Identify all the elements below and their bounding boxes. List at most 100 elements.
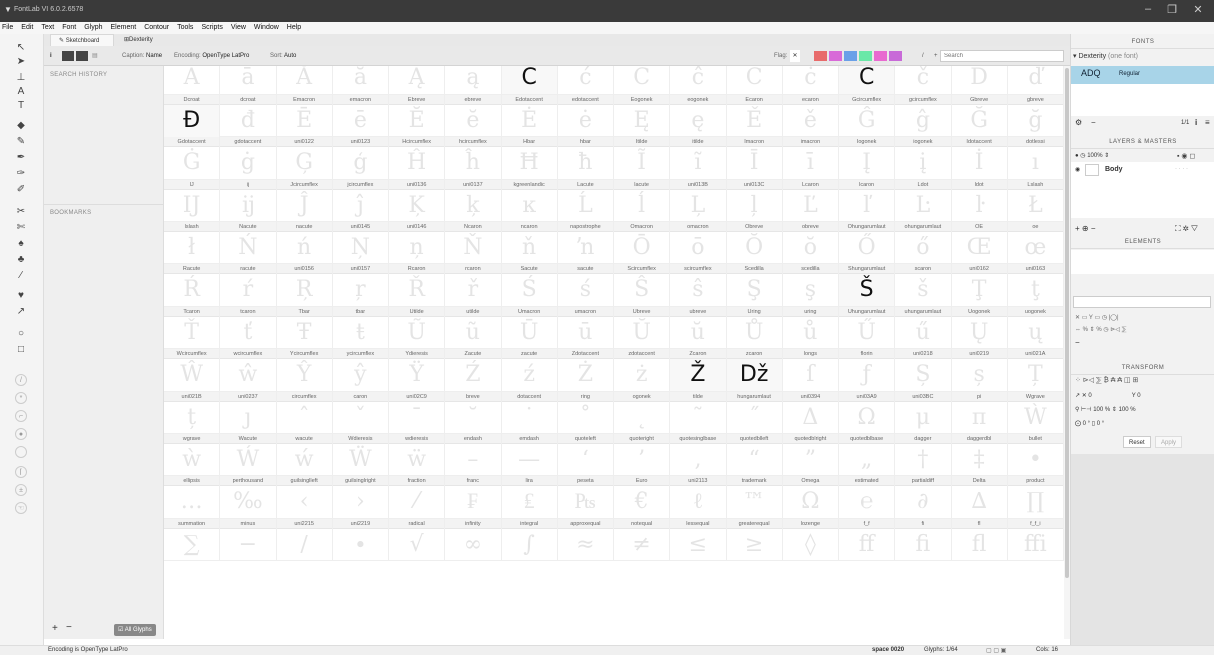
glyph-cell[interactable]: Shungarumlaut Š: [839, 264, 896, 307]
apply-button[interactable]: Apply: [1155, 436, 1183, 448]
glyph-cell[interactable]: infinity ∞: [445, 518, 502, 562]
glyph-cell[interactable]: jcircumflex ĵ: [332, 179, 389, 222]
panel-menu-icon[interactable]: ≡: [1205, 118, 1210, 127]
element-position-fields[interactable]: ✕ ▭ Y ▭ ◷ |◯|: [1075, 314, 1119, 321]
glyph-cell[interactable]: umacron ū: [557, 306, 614, 350]
layer-visible-icon[interactable]: ◉: [1075, 166, 1080, 173]
glyph-cell[interactable]: quotedblleft “: [726, 433, 783, 477]
glyph-cell[interactable]: dotlessi ı: [1007, 137, 1064, 180]
glyph-cell[interactable]: hcircumflex ĥ: [445, 137, 502, 180]
glyph-cell[interactable]: oe œ: [1007, 221, 1064, 265]
glyph-cell[interactable]: Tbar Ŧ: [276, 306, 333, 350]
pencil-icon[interactable]: ✎: [12, 136, 30, 150]
menu-contour[interactable]: Contour: [144, 22, 169, 34]
glyph-cell[interactable]: OE Œ: [951, 221, 1008, 265]
glyph-cell[interactable]: approxequal ≈: [557, 518, 614, 562]
transform-scale-row[interactable]: ⚲ ⊢⊣ 100 % ⇕ 100 %: [1075, 406, 1136, 413]
glyph-cell[interactable]: Hbar Ħ: [501, 137, 558, 180]
menu-font[interactable]: Font: [62, 22, 76, 34]
glyph-cell[interactable]: uni0218 Ș: [895, 349, 952, 392]
glyph-cell[interactable]: uni013B Ļ: [670, 179, 727, 222]
glyph-cell[interactable]: Wgrave Ẁ: [1007, 391, 1064, 434]
glyph-cell[interactable]: guilsinglleft ‹: [276, 476, 333, 519]
glyph-cell[interactable]: tbar ŧ: [332, 306, 389, 350]
menu-edit[interactable]: Edit: [21, 22, 33, 34]
flag-clear-icon[interactable]: ✕: [790, 50, 800, 62]
glyph-cell[interactable]: tilde ˜: [670, 391, 727, 434]
glyph-cell[interactable]: scircumflex ŝ: [670, 264, 727, 307]
flag-swatch[interactable]: [859, 51, 872, 61]
element-minus-icon[interactable]: −: [1075, 338, 1080, 347]
glyph-cell[interactable]: dagger †: [895, 433, 952, 477]
glyph-cell[interactable]: Omacron Ō: [614, 221, 671, 265]
glyph-cell[interactable]: caron ˇ: [332, 391, 389, 434]
glyph-cell[interactable]: wgrave ẁ: [164, 433, 221, 477]
contour-pointer-icon[interactable]: ➤: [12, 56, 30, 70]
glyph-cell[interactable]: lcaron ľ: [839, 179, 896, 222]
glyph-cell[interactable]: zdotaccent ż: [614, 349, 671, 392]
glyph-cell[interactable]: fraction ⁄: [389, 476, 446, 519]
glyph-cell[interactable]: Ecaron Ě: [726, 94, 783, 138]
glyph-cell[interactable]: uni0394 Δ: [782, 391, 839, 434]
glyph-cell[interactable]: racute ŕ: [220, 264, 277, 307]
glyph-cell[interactable]: uni021A Ț: [1007, 349, 1064, 392]
glyph-cell[interactable]: uhungarumlaut ű: [895, 306, 952, 350]
transform-rotate[interactable]: 0: [1083, 421, 1086, 427]
bracket-circle-icon[interactable]: ⌈: [15, 466, 27, 478]
layer-lock-icon[interactable]: ▪ ◉ ◻: [1177, 152, 1195, 160]
glyph-cell[interactable]: Edotaccent Ė: [501, 94, 558, 138]
glyph-cell[interactable]: Jcircumflex Ĵ: [276, 179, 333, 222]
glyph-cell[interactable]: Racute Ŕ: [164, 264, 221, 307]
menu-tools[interactable]: Tools: [177, 22, 193, 34]
menu-scripts[interactable]: Scripts: [201, 22, 222, 34]
glyph-cell[interactable]: ogonek ˛: [614, 391, 671, 434]
glyph-cell[interactable]: Lslash Ł: [1007, 179, 1064, 222]
transform-scale-y[interactable]: 100: [1119, 407, 1129, 413]
close-icon[interactable]: ✕: [1188, 3, 1208, 16]
rapidograph-icon[interactable]: ✐: [12, 184, 30, 198]
glyph-cell[interactable]: fl fl: [951, 518, 1008, 562]
glyph-cell[interactable]: quotesinglbase ‚: [670, 433, 727, 477]
glyph-cell[interactable]: Tcaron Ť: [164, 306, 221, 350]
glyph-cell[interactable]: uni0146 ņ: [389, 221, 446, 265]
glyph-cell[interactable]: emdash —: [501, 433, 558, 477]
glyph-cell[interactable]: integral ∫: [501, 518, 558, 562]
glyph-cell[interactable]: Umacron Ū: [501, 306, 558, 350]
glyph-cell[interactable]: Lcaron Ľ: [782, 179, 839, 222]
font-settings-icon[interactable]: ⚙: [1075, 118, 1082, 127]
glyph-cell[interactable]: AmacronĀ: [164, 66, 221, 95]
menu-text[interactable]: Text: [41, 22, 54, 34]
element-name-field[interactable]: [1073, 296, 1211, 308]
glyph-cell[interactable]: uring ů: [782, 306, 839, 350]
metrics-icon[interactable]: ⊥: [12, 72, 30, 86]
glyph-cell[interactable]: uogonek ų: [1007, 306, 1064, 350]
glyph-cell[interactable]: peseta ₧: [557, 476, 614, 519]
glyph-cell[interactable]: lslash ł: [164, 221, 221, 265]
glyph-cell[interactable]: dcroat đ: [220, 94, 277, 138]
transform-origin-icons[interactable]: ⁘ ⊳◁ ⅀ ₿ ₳ ₳ ◫ ⊞: [1075, 376, 1138, 384]
menu-file[interactable]: File: [2, 22, 13, 34]
glyph-cell[interactable]: Zdotaccent Ż: [557, 349, 614, 392]
glyph-cell[interactable]: ycircumflex ŷ: [332, 349, 389, 392]
add-bookmark-button[interactable]: +: [52, 623, 58, 634]
glyph-cell[interactable]: radical √: [389, 518, 446, 562]
glyph-cell[interactable]: ohungarumlaut ő: [895, 221, 952, 265]
glyph-cell[interactable]: sacute ś: [557, 264, 614, 307]
glyph-cell[interactable]: f_f ff: [839, 518, 896, 562]
sort-selector[interactable]: Sort: Auto: [270, 50, 296, 62]
search-input[interactable]: [940, 50, 1064, 62]
menu-glyph[interactable]: Glyph: [84, 22, 102, 34]
glyph-cell[interactable]: longs ſ: [782, 349, 839, 392]
glyph-cell[interactable]: itilde ĩ: [670, 137, 727, 180]
glyph-cell[interactable]: Gbreve Ğ: [951, 94, 1008, 138]
glyph-cell[interactable]: Ebreve Ĕ: [389, 94, 446, 138]
glyph-cell[interactable]: Idotaccent İ: [951, 137, 1008, 180]
tab-dexterity[interactable]: ⊞Dexterity: [116, 34, 170, 46]
glyph-cell[interactable]: uni0237 ȷ: [220, 391, 277, 434]
mirror-circle-icon[interactable]: *: [15, 392, 27, 404]
scrollbar-thumb[interactable]: [1065, 68, 1069, 578]
glyph-cell[interactable]: partialdiff ∂: [895, 476, 952, 519]
glyph-cell[interactable]: endash –: [445, 433, 502, 477]
glyph-cell[interactable]: Sacute Ś: [501, 264, 558, 307]
glyph-cell[interactable]: uni0163 ţ: [1007, 264, 1064, 307]
